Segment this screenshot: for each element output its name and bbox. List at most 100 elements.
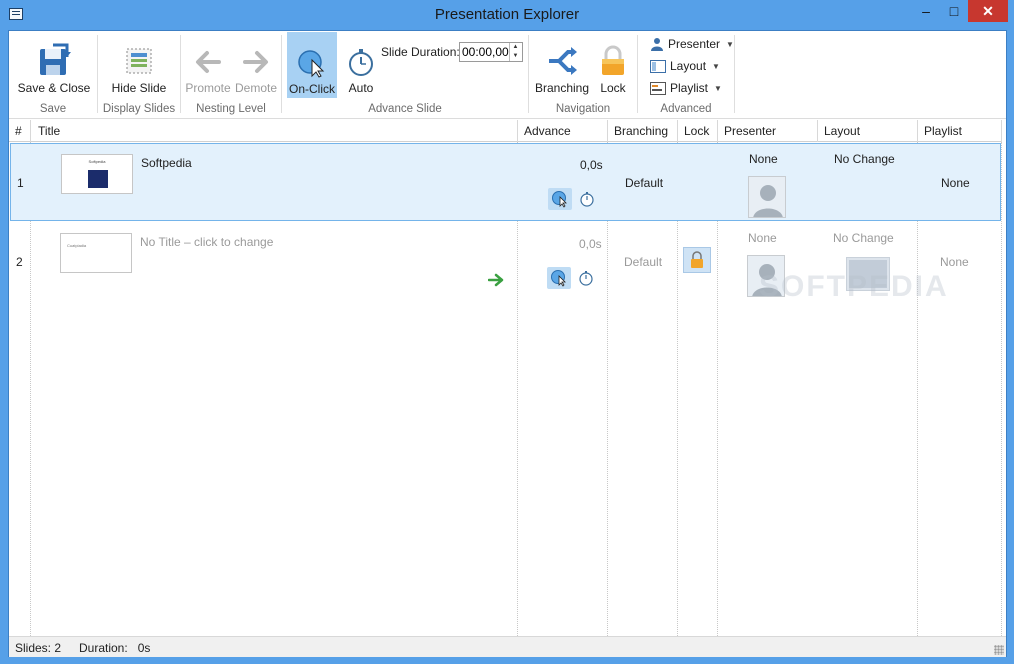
column-divider — [1001, 120, 1002, 142]
column-divider — [607, 120, 608, 142]
person-silhouette-icon — [753, 185, 783, 217]
ribbon: Save & Close Save Hide Slide Display Sli… — [9, 31, 1006, 119]
layout-label: Layout — [670, 59, 707, 73]
save-group: Save & Close Save — [9, 31, 97, 119]
presenter-value[interactable]: None — [749, 152, 778, 166]
column-header-advance[interactable]: Advance — [524, 124, 571, 138]
arrow-right-icon — [243, 51, 268, 73]
layout-dropdown[interactable]: Layout ▼ — [650, 56, 720, 76]
column-header-layout[interactable]: Layout — [824, 124, 860, 138]
nesting-level-group-label: Nesting Level — [196, 103, 266, 115]
on-click-toggle[interactable] — [548, 188, 572, 210]
playlist-value[interactable]: None — [941, 176, 970, 190]
demote-label: Demote — [234, 81, 278, 95]
thumbnail-logo — [88, 170, 108, 188]
slide-duration-label: Slide Duration: — [381, 45, 460, 59]
auto-button[interactable]: Auto — [340, 33, 382, 97]
minimize-button[interactable]: – — [912, 0, 940, 22]
layout-value[interactable]: No Change — [833, 231, 894, 245]
column-divider — [30, 120, 31, 142]
chevron-down-icon: ▼ — [712, 61, 720, 71]
column-header-playlist[interactable]: Playlist — [924, 124, 962, 138]
advance-slide-group-label: Advance Slide — [368, 103, 442, 115]
navigation-group-label: Navigation — [555, 103, 611, 115]
spin-down-icon[interactable]: ▼ — [510, 52, 521, 61]
save-group-label: Save — [39, 103, 67, 115]
save-close-button[interactable]: Save & Close — [15, 33, 93, 97]
presenter-dropdown[interactable]: Presenter ▼ — [650, 34, 734, 54]
presenter-value[interactable]: None — [748, 231, 777, 245]
column-header-presenter[interactable]: Presenter — [724, 124, 776, 138]
on-click-icon — [551, 270, 566, 287]
person-silhouette-icon — [752, 264, 782, 296]
status-bar: Slides: 2 Duration: 0s — [9, 636, 1006, 657]
advanced-group-label: Advanced — [660, 103, 712, 115]
thumbnail-title: Softpedia — [88, 159, 106, 164]
on-click-icon — [298, 50, 325, 78]
on-click-toggle[interactable] — [547, 267, 571, 289]
duration-spinner[interactable]: ▲ ▼ — [509, 43, 521, 61]
display-slides-group-label: Display Slides — [102, 103, 176, 115]
slide-duration: 0,0s — [579, 237, 602, 251]
presenter-avatar[interactable] — [748, 176, 786, 218]
close-button[interactable]: ✕ — [968, 0, 1008, 22]
demote-button[interactable]: Demote — [233, 33, 279, 97]
save-close-icon — [40, 43, 71, 75]
app-window: Presentation Explorer – □ ✕ Save & Close — [0, 0, 1014, 664]
hide-slide-button[interactable]: Hide Slide — [104, 33, 174, 97]
advanced-group: Presenter ▼ Layout ▼ Playlist ▼ Advanced — [638, 31, 734, 119]
lock-label: Lock — [600, 81, 626, 95]
column-header-number[interactable]: # — [15, 124, 22, 138]
playlist-dropdown[interactable]: Playlist ▼ — [650, 78, 722, 98]
auto-toggle[interactable] — [575, 188, 599, 210]
title-bar: Presentation Explorer – □ ✕ — [0, 0, 1014, 30]
layout-value[interactable]: No Change — [834, 152, 895, 166]
branching-label: Branching — [534, 81, 590, 95]
auto-toggle[interactable] — [574, 267, 598, 289]
nesting-level-group: Promote Demote Nesting Level — [181, 31, 281, 119]
slide-title[interactable]: Softpedia — [141, 156, 192, 170]
lock-toggle[interactable] — [683, 247, 711, 273]
lock-button[interactable]: Lock — [593, 33, 633, 97]
maximize-button[interactable]: □ — [940, 0, 968, 22]
on-click-button[interactable]: On-Click — [287, 32, 337, 98]
branching-value[interactable]: Default — [625, 176, 663, 190]
presenter-avatar[interactable] — [747, 255, 785, 297]
stopwatch-icon — [579, 271, 593, 286]
thumbnail-title: Cuatpiadia — [67, 243, 87, 248]
slide-thumbnail[interactable]: Cuatpiadia — [60, 233, 132, 273]
presenter-label: Presenter — [668, 37, 721, 51]
spin-up-icon[interactable]: ▲ — [510, 43, 521, 52]
chevron-down-icon: ▼ — [726, 39, 734, 49]
ribbon-separator — [734, 35, 735, 113]
branching-icon — [549, 47, 577, 75]
slide-duration: 0,0s — [580, 158, 603, 172]
branching-value[interactable]: Default — [624, 255, 662, 269]
hide-slide-label: Hide Slide — [111, 81, 167, 95]
playlist-value[interactable]: None — [940, 255, 969, 269]
hide-slide-icon — [126, 48, 152, 74]
slide-title[interactable]: No Title – click to change — [140, 235, 273, 249]
row-number: 2 — [16, 255, 23, 269]
arrow-left-icon — [196, 51, 221, 73]
on-click-label: On-Click — [288, 82, 335, 96]
slide-thumbnail[interactable]: Softpedia — [61, 154, 133, 194]
table-row[interactable]: 2 Cuatpiadia No Title – click to change … — [10, 223, 1001, 301]
promote-button[interactable]: Promote — [185, 33, 231, 97]
column-header-lock[interactable]: Lock — [684, 124, 709, 138]
column-gridline — [1001, 142, 1002, 636]
layout-icon — [650, 59, 666, 73]
column-divider — [917, 120, 918, 142]
column-divider — [717, 120, 718, 142]
column-divider — [677, 120, 678, 142]
table-row[interactable]: 1 Softpedia Softpedia 0,0s Default None … — [10, 143, 1001, 221]
layout-thumbnail[interactable] — [846, 257, 890, 291]
branching-button[interactable]: Branching — [533, 33, 591, 97]
window-title: Presentation Explorer — [434, 6, 580, 23]
row-number: 1 — [17, 176, 24, 190]
playlist-icon — [650, 81, 666, 95]
column-header-title[interactable]: Title — [38, 124, 60, 138]
window-client: Save & Close Save Hide Slide Display Sli… — [8, 30, 1007, 657]
resize-grip-icon[interactable] — [994, 645, 1004, 655]
column-header-branching[interactable]: Branching — [614, 124, 668, 138]
